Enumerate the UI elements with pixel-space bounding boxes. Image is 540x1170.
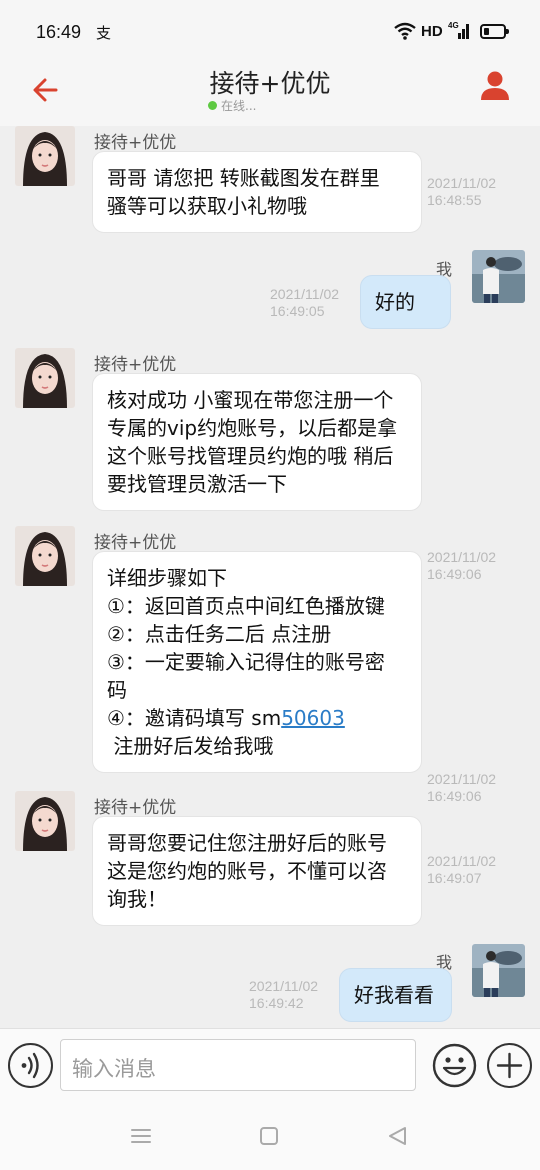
- message-bubble[interactable]: 哥哥您要记住您注册好后的账号 这是您约炮的账号，不懂可以咨 询我！: [92, 816, 422, 926]
- message-bubble[interactable]: 好我看看: [339, 968, 452, 1022]
- chat-header: 接待+优优 在线...: [0, 62, 540, 126]
- message-line: ③：一定要输入记得住的账号密: [107, 650, 385, 674]
- back-triangle-icon[interactable]: [387, 1126, 409, 1146]
- message-line: 哥哥您要记住您注册好后的账号: [107, 831, 387, 855]
- message-line: 好的: [375, 290, 415, 314]
- online-status-text: 在线...: [221, 99, 257, 113]
- message-input[interactable]: 输入消息: [60, 1039, 416, 1091]
- user-profile-icon[interactable]: [478, 68, 512, 102]
- message-line: 这个账号找管理员约炮的哦 稍后: [107, 444, 394, 468]
- message-timestamp: 2021/11/02 16:49:06: [427, 771, 497, 804]
- message-timestamp: 2021/11/02 16:49:07: [427, 853, 497, 886]
- voice-icon[interactable]: [8, 1043, 53, 1088]
- message-bubble[interactable]: 好的: [360, 275, 451, 329]
- avatar[interactable]: [15, 526, 75, 586]
- emoji-icon[interactable]: [432, 1043, 477, 1088]
- battery-icon: [480, 24, 509, 39]
- invite-code-link[interactable]: 50603: [281, 706, 345, 730]
- online-dot-icon: [208, 101, 217, 110]
- message-bubble[interactable]: 核对成功 小蜜现在带您注册一个 专属的vip约炮账号，以后都是拿 这个账号找管理…: [92, 373, 422, 511]
- message-input-bar: 输入消息: [0, 1028, 540, 1106]
- message-line: 要找管理员激活一下: [107, 472, 287, 496]
- message-line: 码: [107, 678, 127, 702]
- chat-title: 接待+优优: [209, 69, 331, 98]
- home-icon[interactable]: [259, 1126, 279, 1146]
- message-line: 骚等可以获取小礼物哦: [107, 194, 307, 218]
- message-bubble[interactable]: 哥哥 请您把 转账截图发在群里 骚等可以获取小礼物哦: [92, 151, 422, 233]
- network-type-label: 4G: [448, 21, 459, 30]
- hd-indicator: HD: [421, 23, 443, 40]
- status-time: 16:49: [36, 22, 82, 42]
- avatar[interactable]: [15, 791, 75, 851]
- plus-icon[interactable]: [487, 1043, 532, 1088]
- status-bar: 16:49 支 HD 4G: [0, 0, 540, 62]
- wifi-icon: [394, 22, 416, 40]
- message-line: 这是您约炮的账号，不懂可以咨: [107, 859, 387, 883]
- message-list[interactable]: 接待+优优 哥哥 请您把 转账截图发在群里 骚等可以获取小礼物哦 2021/11…: [0, 126, 540, 1028]
- online-status: 在线...: [208, 97, 256, 114]
- signal-icon: 4G: [448, 21, 469, 39]
- message-line: 哥哥 请您把 转账截图发在群里: [107, 166, 380, 190]
- sender-name: 接待+优优: [94, 133, 177, 153]
- message-line: 询我！: [107, 887, 167, 911]
- message-timestamp: 2021/11/02 16:49:05: [270, 286, 340, 319]
- message-line: ①：返回首页点中间红色播放键: [107, 594, 385, 618]
- avatar[interactable]: [472, 250, 525, 303]
- message-line: ④：邀请码填写 sm50603: [107, 706, 345, 730]
- message-timestamp: 2021/11/02 16:49:42: [249, 978, 319, 1011]
- avatar[interactable]: [15, 126, 75, 186]
- avatar[interactable]: [15, 348, 75, 408]
- sender-name: 接待+优优: [94, 355, 177, 375]
- message-bubble[interactable]: 详细步骤如下 ①：返回首页点中间红色播放键 ②：点击任务二后 点注册 ③：一定要…: [92, 551, 422, 773]
- message-line: 专属的vip约炮账号，以后都是拿: [107, 416, 398, 440]
- sender-name: 接待+优优: [94, 798, 177, 818]
- message-line: 详细步骤如下: [107, 566, 227, 590]
- message-line: 注册好后发给我哦: [107, 734, 274, 758]
- avatar[interactable]: [472, 944, 525, 997]
- message-timestamp: 2021/11/02 16:49:06: [427, 549, 497, 582]
- message-line: 好我看看: [354, 983, 434, 1007]
- message-line: 核对成功 小蜜现在带您注册一个: [107, 388, 394, 412]
- message-line: ②：点击任务二后 点注册: [107, 622, 332, 646]
- sender-name: 接待+优优: [94, 533, 177, 553]
- menu-icon[interactable]: [130, 1126, 152, 1146]
- alipay-notification-icon: 支: [96, 24, 112, 42]
- system-navigation-bar: [0, 1106, 540, 1170]
- message-timestamp: 2021/11/02 16:48:55: [427, 175, 497, 208]
